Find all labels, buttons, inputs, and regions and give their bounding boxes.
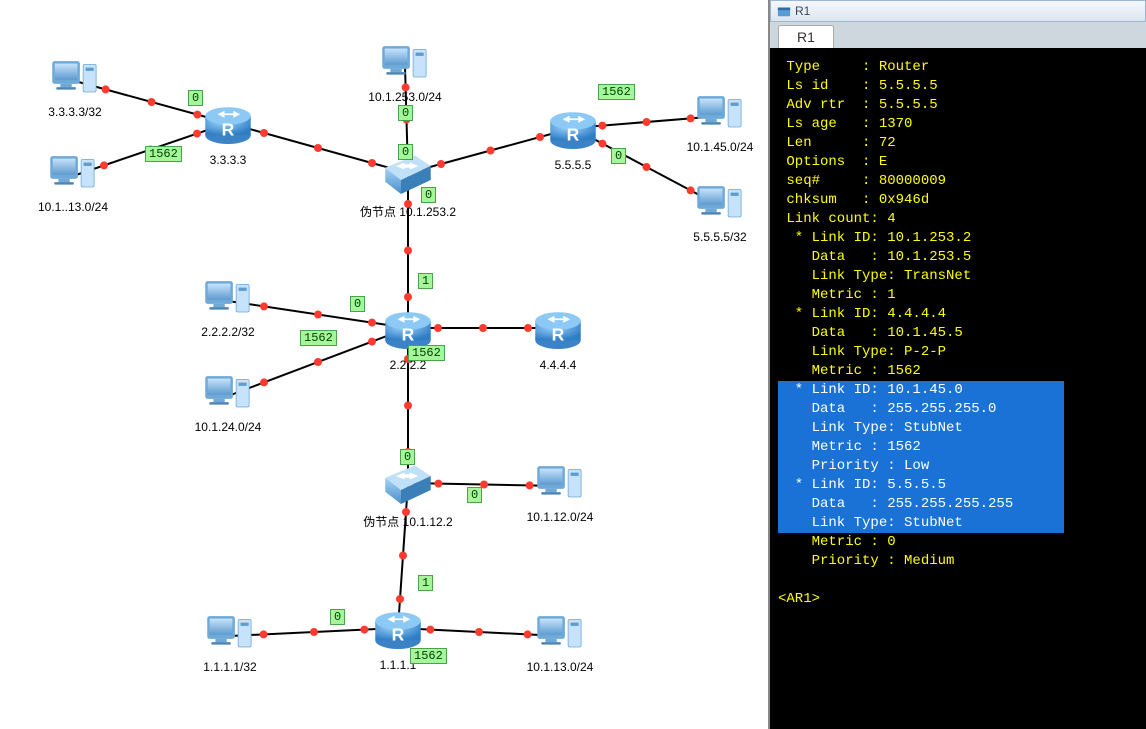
pc-pc_55532[interactable]: 5.5.5.5/32 [690, 180, 750, 232]
pc-pc_10124[interactable]: 10.1.24.0/24 [198, 370, 258, 422]
node-label: 10.1.253.0/24 [368, 90, 441, 104]
node-label: 10.1.45.0/24 [687, 140, 754, 154]
pc-pc_11132[interactable]: 1.1.1.1/32 [200, 610, 260, 662]
metric-badge: 0 [421, 187, 436, 203]
pc-pc_101253[interactable]: 10.1.253.0/24 [375, 40, 435, 92]
node-label: 10.1.12.0/24 [527, 510, 594, 524]
svg-text:R: R [567, 124, 580, 144]
metric-badge: 0 [400, 449, 415, 465]
tab-row: R1 [770, 22, 1146, 48]
metric-badge: 0 [611, 148, 626, 164]
topology-diagram: R3.3.3.3R5.5.5.5R2.2.2.2R4.4.4.4R1.1.1.1… [0, 0, 770, 729]
svg-text:R: R [552, 324, 565, 344]
metric-badge: 1562 [145, 146, 182, 162]
pc-pc_10112[interactable]: 10.1.12.0/24 [530, 460, 590, 512]
metric-badge: 0 [398, 144, 413, 160]
node-label: 2.2.2.2/32 [201, 325, 254, 339]
pc-pc_3332[interactable]: 3.3.3.3/32 [45, 55, 105, 107]
router-r333[interactable]: R3.3.3.3 [200, 95, 256, 151]
svg-text:R: R [222, 119, 235, 139]
svg-text:R: R [392, 624, 405, 644]
metric-badge: 1 [418, 575, 433, 591]
router-r444[interactable]: R4.4.4.4 [530, 300, 586, 356]
node-label: 伪节点 10.1.253.2 [360, 203, 456, 220]
window-title: R1 [795, 4, 810, 18]
node-label: 10.1..13.0/24 [38, 200, 108, 214]
node-label: 10.1.13.0/24 [527, 660, 594, 674]
node-label: 1.1.1.1/32 [203, 660, 256, 674]
window-icon [777, 4, 791, 18]
metric-badge: 1562 [598, 84, 635, 100]
metric-badge: 0 [467, 487, 482, 503]
node-label: 4.4.4.4 [540, 358, 577, 372]
terminal-pane: R1 R1 Type : Router Ls id : 5.5.5.5 Adv … [770, 0, 1146, 729]
metric-badge: 1562 [300, 330, 337, 346]
metric-badge: 0 [350, 296, 365, 312]
node-label: 5.5.5.5/32 [693, 230, 746, 244]
router-r555[interactable]: R5.5.5.5 [545, 100, 601, 156]
metric-badge: 1562 [410, 648, 447, 664]
pc-pc_22232[interactable]: 2.2.2.2/32 [198, 275, 258, 327]
metric-badge: 1562 [408, 345, 445, 361]
terminal-output[interactable]: Type : Router Ls id : 5.5.5.5 Adv rtr : … [770, 48, 1146, 729]
pc-pc_10145[interactable]: 10.1.45.0/24 [690, 90, 750, 142]
metric-badge: 0 [188, 90, 203, 106]
tab-r1[interactable]: R1 [778, 25, 834, 48]
node-label: 3.3.3.3 [210, 153, 247, 167]
node-label: 5.5.5.5 [555, 158, 592, 172]
svg-text:R: R [402, 324, 415, 344]
node-label: 3.3.3.3/32 [48, 105, 101, 119]
node-label: 伪节点 10.1.12.2 [363, 513, 452, 530]
metric-badge: 0 [398, 105, 413, 121]
terminal-titlebar[interactable]: R1 [770, 0, 1146, 22]
metric-badge: 0 [330, 609, 345, 625]
pc-pc_101130[interactable]: 10.1..13.0/24 [43, 150, 103, 202]
metric-badge: 1 [418, 273, 433, 289]
node-label: 10.1.24.0/24 [195, 420, 262, 434]
pc-pc_10113[interactable]: 10.1.13.0/24 [530, 610, 590, 662]
